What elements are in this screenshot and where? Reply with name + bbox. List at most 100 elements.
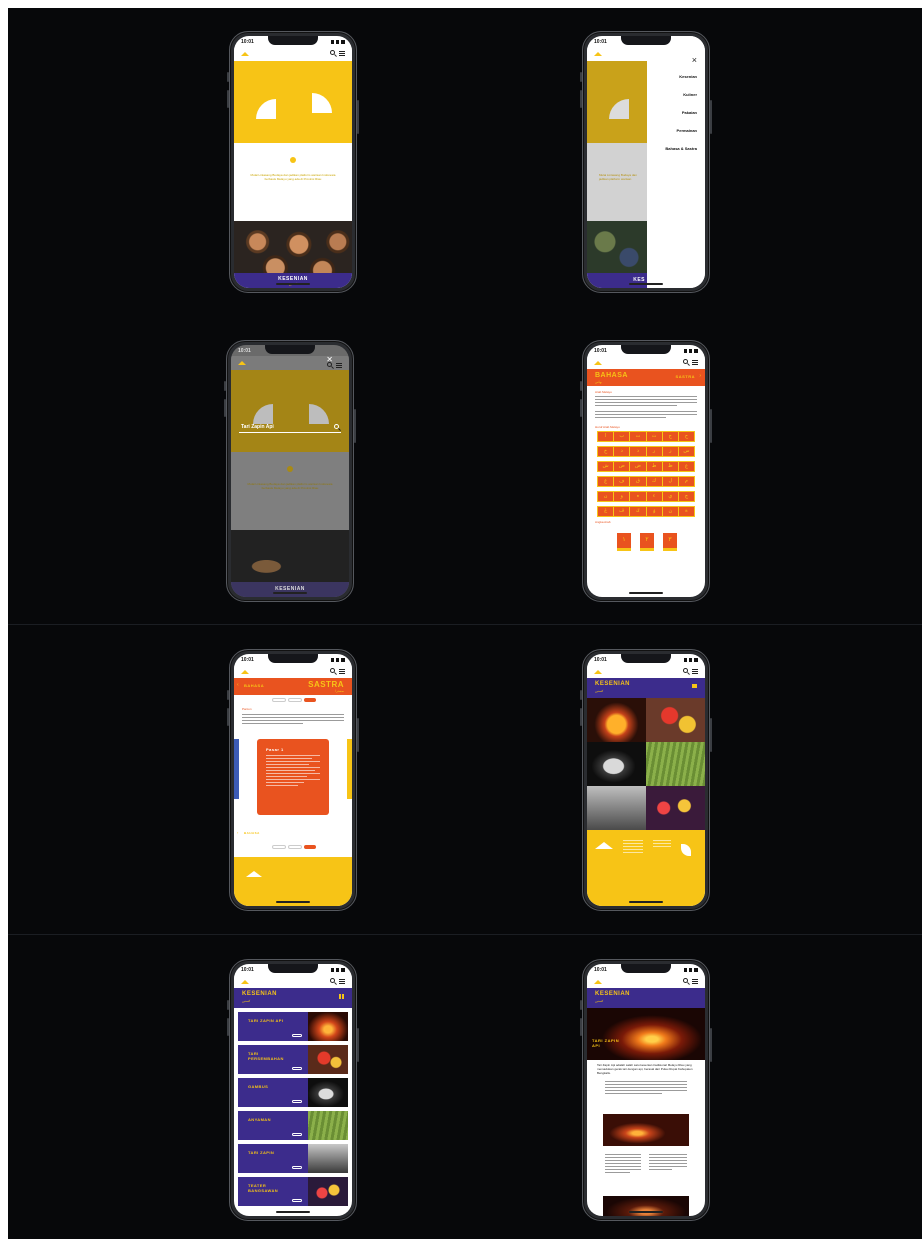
hamburger-menu-icon[interactable] [339,51,345,56]
art-list-item[interactable]: GAMBUS [238,1078,348,1107]
list-view-icon[interactable] [692,684,697,688]
logo-icon[interactable] [241,51,249,56]
logo-icon[interactable] [241,669,249,674]
letter-tile[interactable]: ڠ [598,507,614,516]
number-card[interactable]: ٢ [640,533,654,551]
back-link[interactable]: BAHASA [244,831,260,835]
art-item-photo[interactable] [308,1045,348,1074]
read-more-button[interactable] [292,1133,302,1136]
art-item-photo[interactable] [308,1111,348,1140]
read-more-button[interactable] [292,1100,302,1103]
letter-tile[interactable]: ر [646,447,662,456]
close-icon[interactable]: × [692,56,697,65]
letter-tile[interactable]: ج [662,432,678,441]
gallery-tile[interactable] [646,698,705,742]
hamburger-menu-icon[interactable] [692,669,698,674]
food-photo[interactable] [234,221,352,273]
letter-tile[interactable]: ب [614,432,630,441]
letter-tile[interactable]: د [614,447,630,456]
next-section-link[interactable]: SASTRA [676,374,695,379]
menu-item[interactable]: Bahasa & Sastra [647,146,697,164]
logo-icon[interactable] [241,979,249,984]
letter-tile[interactable]: ن [598,492,614,501]
back-link[interactable]: BAHASA [244,683,264,688]
grid-view-icon[interactable] [339,994,344,999]
letter-tile[interactable]: ث [646,432,662,441]
letter-tile[interactable]: خ [598,447,614,456]
letter-tile[interactable]: ۏ [646,507,662,516]
gallery-tile[interactable] [646,742,705,786]
hamburger-menu-icon[interactable] [339,669,345,674]
search-icon[interactable] [683,668,688,673]
read-more-button[interactable] [292,1199,302,1202]
letter-tile[interactable]: ل [662,477,678,486]
read-more-button[interactable] [292,1166,302,1169]
letter-tile[interactable]: ڽ [662,507,678,516]
chevron-right-icon[interactable]: › [699,373,701,379]
letter-tile[interactable]: ص [614,462,630,471]
pantun-card[interactable]: Pasar 1 [257,739,329,815]
gallery-tile[interactable] [587,698,646,742]
art-list-item[interactable]: ANYAMAN [238,1111,348,1140]
search-icon[interactable] [683,359,688,364]
menu-item[interactable]: Permainan [647,128,697,146]
logo-icon[interactable] [594,669,602,674]
search-icon[interactable] [330,668,335,673]
read-more-button[interactable] [292,1067,302,1070]
letter-tile[interactable]: ش [598,462,614,471]
search-input-value[interactable]: Tari Zapin Api [241,424,274,430]
search-icon[interactable] [327,362,332,367]
letter-tile[interactable]: ح [678,432,695,441]
letter-tile[interactable]: ء [646,492,662,501]
hamburger-menu-icon[interactable] [692,360,698,365]
search-icon[interactable] [330,978,335,983]
letter-tile[interactable]: ظ [662,462,678,471]
letter-tile[interactable]: ة [678,507,695,516]
letter-tile[interactable]: ز [662,447,678,456]
letter-tile[interactable]: ذ [630,447,646,456]
search-submit-icon[interactable] [334,424,339,429]
category-footer[interactable]: KESENIAN كسنين [234,273,352,288]
letter-tile[interactable]: و [614,492,630,501]
logo-icon[interactable] [594,979,602,984]
letter-tile[interactable]: س [678,447,695,456]
art-item-photo[interactable] [308,1144,348,1173]
hamburger-menu-icon[interactable] [692,979,698,984]
carousel-prev-card[interactable] [234,739,239,799]
chevron-left-icon[interactable]: ‹ [237,682,239,688]
letter-tile[interactable]: ا [598,432,614,441]
search-icon[interactable] [683,978,688,983]
number-card[interactable]: ٣ [663,533,677,551]
art-list-item[interactable]: TARI ZAPIN [238,1144,348,1173]
letter-tile[interactable]: ك [646,477,662,486]
pagination-tabs[interactable] [272,845,316,849]
letter-tile[interactable]: ف [614,477,630,486]
art-list-item[interactable]: TARI ZAPIN API [238,1012,348,1041]
art-item-photo[interactable] [308,1177,348,1206]
read-more-button[interactable] [292,1034,302,1037]
search-icon[interactable] [330,50,335,55]
menu-item[interactable]: Kuliner [647,92,697,110]
letter-tile[interactable]: ت [630,432,646,441]
gallery-tile[interactable] [587,786,646,830]
menu-item[interactable]: Kesenian [647,74,697,92]
art-list-item[interactable]: TEATER BANGSAWAN [238,1177,348,1206]
number-card[interactable]: ١ [617,533,631,551]
letter-tile[interactable]: ه [630,492,646,501]
letter-tile[interactable]: ݢ [630,507,646,516]
chevron-left-icon[interactable]: ‹ [237,830,238,835]
letter-tile[interactable]: ي [662,492,678,501]
letter-tile[interactable]: ع [678,462,695,471]
gallery-tile[interactable] [587,742,646,786]
art-list-item[interactable]: TARI PERSEMBAHAN [238,1045,348,1074]
menu-item[interactable]: Pakaian [647,110,697,128]
carousel-next-card[interactable] [347,739,352,799]
art-item-photo[interactable] [308,1078,348,1107]
pagination-tabs[interactable] [272,698,316,702]
letter-tile[interactable]: ض [630,462,646,471]
letter-tile[interactable]: م [678,477,695,486]
letter-tile[interactable]: ط [646,462,662,471]
letter-tile[interactable]: ڤ [614,507,630,516]
hamburger-menu-icon[interactable] [336,363,342,368]
letter-tile[interactable]: ق [630,477,646,486]
